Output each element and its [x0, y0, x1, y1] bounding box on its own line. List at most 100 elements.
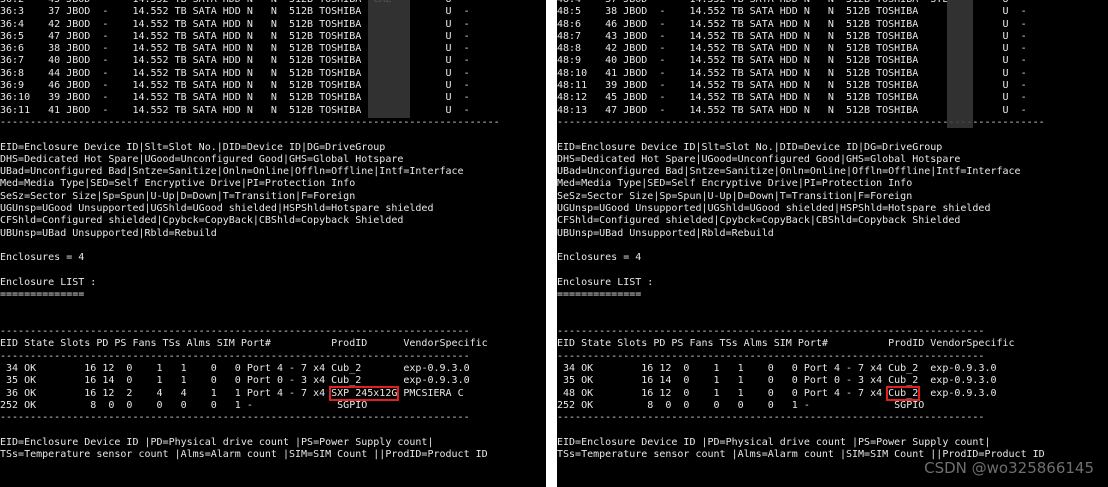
prod-id: Cub_2: [888, 375, 919, 387]
enclosure-row: 48 OK 16 12 0 1 1 0 0 Port 4 - 7 x4 Cub_…: [557, 385, 1045, 401]
title-underline: ==============: [0, 289, 85, 301]
drive-row-text: 48:13 47 JBOD - 14.552 TB SATA HDD N N 5…: [557, 104, 931, 116]
watermark: CSDN @wo325866145: [924, 459, 1094, 477]
drive-row-text: 36:8 44 JBOD - 14.552 TB SATA HDD N N 51…: [0, 67, 374, 79]
table-header: EID State Slots PD PS Fans TSs Alms SIM …: [557, 338, 1015, 350]
terminal-output-left: 36:2 45 JBOD - 14.552 TB SATA HDD N N 51…: [0, 0, 500, 461]
enclosure-row: 36 OK 16 12 2 4 4 1 1 Port 4 - 7 x4 SXP …: [0, 385, 500, 401]
title-underline: ==============: [557, 289, 642, 301]
enclosure-row-fields: 34 OK 16 12 0 1 1 0 0 Port 4 - 7 x4: [557, 362, 889, 374]
drive-row-text: 36:5 47 JBOD - 14.552 TB SATA HDD N N 51…: [0, 30, 374, 42]
footer-legend-line: TSs=Temperature sensor count |Alms=Alarm…: [0, 448, 488, 460]
vendor-specific: exp-0.9.3.0: [918, 387, 997, 399]
legend-line: CFShld=Configured shielded|Cpybck=CopyBa…: [0, 215, 404, 227]
legend-line: UBad=Unconfigured Bad|Sntze=Sanitize|Onl…: [0, 166, 464, 178]
prod-id: SGPIO: [894, 399, 925, 411]
drive-row: 36:8 44 JBOD - 14.552 TB SATA HDD N N 51…: [0, 68, 500, 80]
table-separator: ----------------------------------------…: [0, 326, 470, 338]
drive-row-text: 48:12 45 JBOD - 14.552 TB SATA HDD N N 5…: [557, 92, 931, 104]
drive-row-suffix: U -: [930, 30, 1027, 42]
vendor-specific: exp-0.9.3.0: [918, 375, 997, 387]
vendor-specific: exp-0.9.3.0: [361, 375, 470, 387]
drive-row-suffix: U -: [930, 92, 1027, 104]
drive-row-text: 36:7 40 JBOD - 14.552 TB SATA HDD N N 51…: [0, 55, 374, 67]
enclosure-row-fields: 36 OK 16 12 2 4 4 1 1 Port 4 - 7 x4: [0, 387, 332, 399]
footer-legend-line: EID=Enclosure Device ID |PD=Physical dri…: [557, 436, 991, 448]
drive-row-text: 48:4 37 JBOD - 14.552 TB SATA HDD N N 51…: [557, 0, 930, 5]
legend-line: DHS=Dedicated Hot Spare|UGood=Unconfigur…: [0, 153, 404, 165]
prod-id: SGPIO: [337, 399, 368, 411]
vendor-specific: exp-0.9.3.0: [361, 362, 470, 374]
enclosure-row: 34 OK 16 12 0 1 1 0 0 Port 4 - 7 x4 Cub_…: [557, 363, 1045, 375]
drive-row: 36:10 39 JBOD - 14.552 TB SATA HDD N N 5…: [0, 92, 500, 104]
redacted-region: [947, 0, 973, 128]
enclosure-row: 252 OK 8 0 0 0 0 0 1 - SGPIO: [557, 400, 1045, 412]
table-header: EID State Slots PD PS Fans TSs Alms SIM …: [0, 338, 488, 350]
drive-row-suffix: U -: [930, 43, 1027, 55]
enclosure-row-fields: 252 OK 8 0 0 0 0 0 1 -: [0, 399, 338, 411]
drive-row-text: 48:7 43 JBOD - 14.552 TB SATA HDD N N 51…: [557, 30, 931, 42]
pane-divider: [546, 0, 557, 487]
legend-line: UBUnsp=UBad Unsupported|Rbld=Rebuild: [557, 227, 774, 239]
footer-legend-line: EID=Enclosure Device ID |PD=Physical dri…: [0, 436, 434, 448]
drive-row-text: 36:2 45 JBOD - 14.552 TB SATA HDD N N 51…: [0, 0, 373, 5]
drive-row-suffix: STE U -: [930, 0, 1026, 5]
drive-row: 36:3 37 JBOD - 14.552 TB SATA HDD N N 51…: [0, 6, 500, 18]
enclosure-list-title: Enclosure LIST :: [557, 276, 654, 288]
legend-line: EID=Enclosure Device ID|Slt=Slot No.|DID…: [557, 141, 943, 153]
drive-row: 36:7 40 JBOD - 14.552 TB SATA HDD N N 51…: [0, 55, 500, 67]
vendor-specific: PMCSIERA C: [397, 387, 464, 399]
legend-line: UGUnsp=UGood Unsupported|UGShld=UGood sh…: [0, 203, 434, 215]
drive-row-suffix: U -: [930, 18, 1027, 30]
table-separator: ----------------------------------------…: [557, 412, 985, 424]
enclosure-row-fields: 35 OK 16 14 0 1 1 0 0 Port 0 - 3 x4: [557, 375, 889, 387]
drive-row-suffix: U -: [930, 6, 1027, 18]
enclosure-row: 35 OK 16 14 0 1 1 0 0 Port 0 - 3 x4 Cub_…: [0, 375, 500, 387]
enclosure-row-fields: 34 OK 16 12 0 1 1 0 0 Port 4 - 7 x4: [0, 362, 332, 374]
legend-line: SeSz=Sector Size|Sp=Spun|U-Up|D=Down|T=T…: [0, 190, 356, 202]
legend-line: Med=Media Type|SED=Self Encryptive Drive…: [0, 178, 356, 190]
drive-row-suffix: U -: [930, 80, 1027, 92]
drive-row-suffix: U -: [930, 55, 1027, 67]
drive-row-suffix: U -: [930, 104, 1027, 116]
drive-row-text: 36:11 41 JBOD - 14.552 TB SATA HDD N N 5…: [0, 104, 374, 116]
legend-line: DHS=Dedicated Hot Spare|UGood=Unconfigur…: [557, 153, 961, 165]
legend-line: EID=Enclosure Device ID|Slt=Slot No.|DID…: [0, 141, 386, 153]
legend-line: UBUnsp=UBad Unsupported|Rbld=Rebuild: [0, 227, 217, 239]
enclosure-row: 252 OK 8 0 0 0 0 0 1 - SGPIO: [0, 400, 500, 412]
enclosure-list-title: Enclosure LIST :: [0, 276, 97, 288]
legend-line: CFShld=Configured shielded|Cpybck=CopyBa…: [557, 215, 961, 227]
legend-line: UGUnsp=UGood Unsupported|UGShld=UGood sh…: [557, 203, 991, 215]
prod-id: Cub_2: [331, 375, 362, 387]
redacted-region: [368, 0, 410, 118]
drive-row: 36:5 47 JBOD - 14.552 TB SATA HDD N N 51…: [0, 31, 500, 43]
prod-id-highlighted: SXP 245x12G: [329, 385, 400, 401]
enclosure-count: Enclosures = 4: [557, 252, 642, 264]
legend-line: SeSz=Sector Size|Sp=Spun|U-Up|D=Down|T=T…: [557, 190, 913, 202]
legend-line: Med=Media Type|SED=Self Encryptive Drive…: [557, 178, 913, 190]
drive-row-text: 36:10 39 JBOD - 14.552 TB SATA HDD N N 5…: [0, 92, 374, 104]
enclosure-row-fields: 252 OK 8 0 0 0 0 0 1 -: [557, 399, 895, 411]
table-separator: ----------------------------------------…: [557, 326, 985, 338]
table-separator: ----------------------------------------…: [0, 412, 470, 424]
prod-id-highlighted: Cub_2: [886, 385, 921, 401]
drive-row-suffix: U -: [930, 67, 1027, 79]
enclosure-row: 34 OK 16 12 0 1 1 0 0 Port 4 - 7 x4 Cub_…: [0, 363, 500, 375]
drive-row-text: 48:10 41 JBOD - 14.552 TB SATA HDD N N 5…: [557, 67, 931, 79]
table-separator: ----------------------------------------…: [557, 350, 985, 362]
drive-row-text: 48:5 38 JBOD - 14.552 TB SATA HDD N N 51…: [557, 6, 931, 18]
drive-row-text: 36:6 38 JBOD - 14.552 TB SATA HDD N N 51…: [0, 43, 374, 55]
terminal-pane-left: 36:2 45 JBOD - 14.552 TB SATA HDD N N 51…: [0, 0, 546, 487]
enclosure-row-fields: 48 OK 16 12 0 1 1 0 0 Port 4 - 7 x4: [557, 387, 889, 399]
